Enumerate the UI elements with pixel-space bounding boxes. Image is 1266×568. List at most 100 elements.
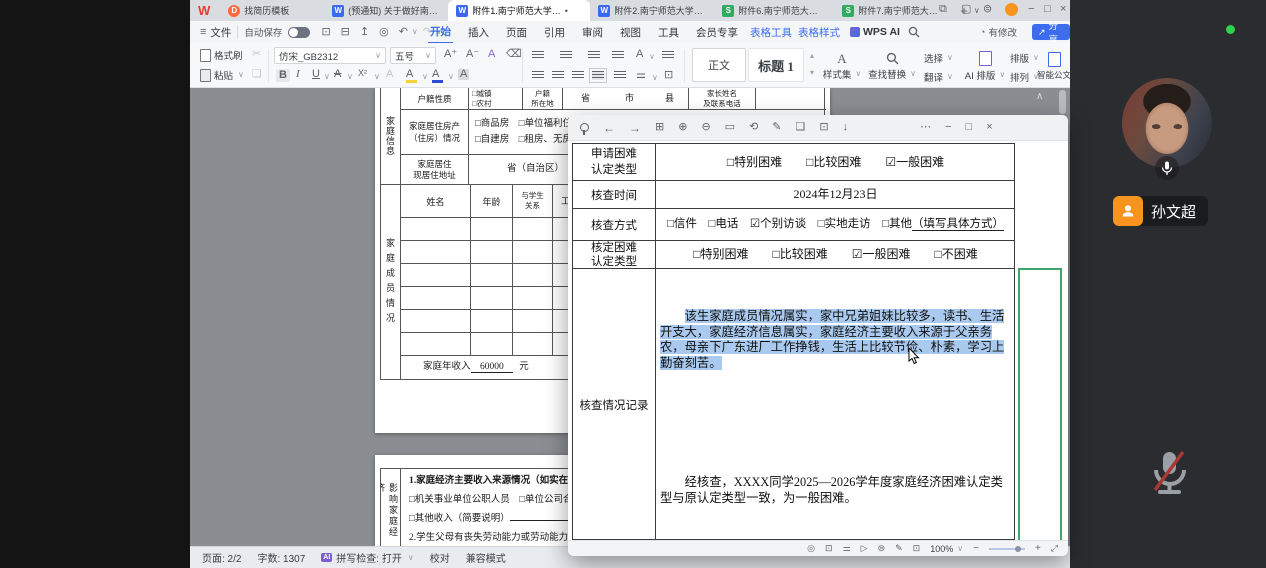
numbered-list-icon[interactable] (560, 51, 572, 60)
wps-ai-button[interactable]: WPS AI (850, 26, 900, 38)
edit-icon[interactable]: ✎ (772, 122, 781, 133)
hamburger-icon[interactable]: ≡ (200, 27, 206, 38)
print-icon[interactable]: ⊟ (341, 27, 350, 38)
preview-maximize-button[interactable]: □ (966, 122, 973, 133)
account-avatar[interactable] (1005, 3, 1018, 16)
smart-doc-button[interactable]: 智能公文 (1040, 48, 1068, 84)
web-icon[interactable]: ⊜ (878, 544, 886, 553)
record-conclusion-paragraph[interactable]: 经核查，XXXX同学2025—2026学年度家庭经济困难认定类型与原认定类型一致… (660, 474, 1010, 506)
align-justify-icon[interactable] (592, 71, 604, 80)
font-color-button[interactable]: A (432, 69, 444, 81)
vertical-scrollbar[interactable] (1059, 90, 1066, 114)
menu-insert[interactable]: 插入 (468, 25, 489, 40)
font-name-select[interactable]: 仿宋_GB2312 ∨ (274, 47, 386, 64)
save-icon[interactable]: ⊡ (321, 27, 330, 38)
tab-doc-notice[interactable]: W (预通知) 关于做好南宁… (324, 0, 448, 21)
font-size-select[interactable]: 五号 ∨ (390, 47, 436, 64)
close-button[interactable]: × (1060, 4, 1066, 15)
menu-table-style[interactable]: 表格样式 (798, 25, 840, 40)
tab-attachment6[interactable]: S 附件6.南宁师范大学XX学… (714, 0, 834, 21)
tab-docer[interactable]: D 找简历模板 (220, 0, 324, 21)
back-icon[interactable]: ← (603, 122, 615, 134)
align-right-icon[interactable] (572, 71, 584, 80)
zoom-in-icon[interactable]: ⊕ (678, 122, 687, 133)
annotate-icon[interactable]: ✎ (895, 544, 903, 553)
proofread-button[interactable]: 校对 (430, 550, 450, 565)
line-spacing-icon[interactable]: ⚌ (636, 70, 646, 81)
typeset-button[interactable]: 排版∨ (1010, 51, 1039, 65)
rotate-icon[interactable]: ⟲ (749, 122, 758, 133)
superscript-button[interactable]: X² (358, 69, 367, 78)
sup-dropdown-icon[interactable]: ∨ (374, 73, 380, 81)
preview-icon[interactable]: ◎ (379, 27, 389, 38)
menu-member[interactable]: 会员专享 (696, 25, 738, 40)
asian-layout-icon[interactable]: A (636, 49, 643, 60)
word-count[interactable]: 字数: 1307 (257, 550, 305, 565)
menu-page[interactable]: 页面 (506, 25, 527, 40)
workspace-icon[interactable]: ▢ (961, 4, 971, 15)
globe-icon[interactable]: ⊜ (983, 4, 992, 15)
preview-titlebar[interactable]: ← → ⊞ ⊕ ⊖ ▭ ⟲ ✎ ❏ ⊡ ↓ ⋯ − □ × (568, 115, 1068, 141)
line-spacing-dropdown[interactable]: ∨ (652, 74, 658, 82)
increase-indent-icon[interactable] (612, 51, 624, 60)
menu-reference[interactable]: 引用 (544, 25, 565, 40)
increase-font-icon[interactable]: A⁺ (444, 49, 457, 60)
fontcolor-dropdown-icon[interactable]: ∨ (448, 73, 454, 81)
preview-close-button[interactable]: × (986, 122, 992, 133)
preview-minimize-button[interactable]: − (945, 122, 951, 133)
autosave-toggle[interactable] (288, 27, 310, 38)
menu-review[interactable]: 审阅 (582, 25, 603, 40)
tab-attachment7[interactable]: S 附件7.南宁师范大学XX学… (834, 0, 954, 21)
save-icon[interactable]: ⊡ (825, 544, 833, 553)
mic-on-badge[interactable] (1155, 156, 1179, 180)
menu-tools[interactable]: 工具 (658, 25, 679, 40)
record-selected-paragraph[interactable]: 该生家庭成员情况属实，家中兄弟姐妹比较多，读书、生活开支大，家庭经济信息属实，家… (660, 309, 1010, 371)
align-center-icon[interactable] (552, 71, 564, 80)
shading-icon[interactable]: ⊡ (664, 70, 673, 81)
undo-icon[interactable]: ↶ (399, 27, 408, 38)
zoom-out-icon[interactable]: ⊖ (701, 122, 710, 133)
paragraph-layout-icon[interactable] (662, 51, 674, 60)
tab-attachment2[interactable]: W 附件2.南宁师范大学XX学… (590, 0, 714, 21)
text-effect-icon[interactable]: A (488, 49, 495, 60)
layout-icon[interactable]: ⚌ (843, 544, 851, 553)
page-thumbnails-icon[interactable]: ⊞ (655, 122, 664, 133)
page-indicator[interactable]: 页面: 2/2 (202, 550, 241, 565)
underline-button[interactable]: U (312, 69, 320, 80)
pin-icon[interactable] (580, 123, 589, 132)
maximize-button[interactable]: □ (1044, 4, 1051, 15)
zoom-level-control[interactable]: 100% ∨ (930, 544, 963, 554)
zoom-slider-thumb[interactable] (1015, 546, 1021, 552)
paste-button[interactable]: 粘贴 ∨ (200, 68, 244, 82)
asian-layout-dropdown[interactable]: ∨ (649, 53, 655, 61)
zoom-slider[interactable] (989, 548, 1025, 550)
style-normal-cell[interactable]: 正文 (692, 48, 746, 82)
paste-dropdown-icon[interactable]: ∨ (238, 71, 244, 79)
record-value-cell[interactable]: 该生家庭成员情况属实，家中兄弟姐妹比较多，读书、生活开支大，家庭经济信息属实，家… (656, 269, 1015, 540)
bullet-list-icon[interactable] (532, 51, 544, 60)
search-icon[interactable] (908, 26, 920, 38)
participant-avatar[interactable] (1122, 78, 1212, 168)
forward-icon[interactable]: → (629, 122, 641, 134)
zoom-decrease-button[interactable]: − (973, 544, 979, 554)
style-heading1-cell[interactable]: 标题 1 (748, 48, 804, 82)
read-mode-icon[interactable]: ◎ (807, 544, 815, 553)
mic-muted-icon[interactable] (1148, 448, 1192, 498)
menu-view[interactable]: 视图 (620, 25, 641, 40)
align-distribute-icon[interactable] (614, 71, 626, 80)
underline-dropdown-icon[interactable]: ∨ (324, 73, 330, 81)
participant-name-badge[interactable]: 孙文超 (1113, 196, 1208, 226)
tab-list-dropdown[interactable]: ∨ (974, 7, 980, 15)
download-icon[interactable]: ↓ (843, 122, 849, 133)
italic-button[interactable]: I (296, 69, 300, 80)
export-icon[interactable]: ❏ (796, 122, 806, 133)
clear-format-icon[interactable]: ⌫ (506, 49, 522, 60)
more-icon[interactable]: ⋯ (920, 122, 931, 133)
strikethrough-button[interactable]: A (334, 69, 341, 80)
select-button[interactable]: 选择∨ (924, 51, 953, 65)
menu-home[interactable]: 开始 (428, 21, 453, 44)
style-set-button[interactable]: A 样式集∨ (822, 48, 862, 84)
decrease-indent-icon[interactable] (588, 51, 600, 60)
bold-button[interactable]: B (276, 69, 290, 82)
fullscreen-icon[interactable]: ⤢ (1051, 544, 1058, 553)
